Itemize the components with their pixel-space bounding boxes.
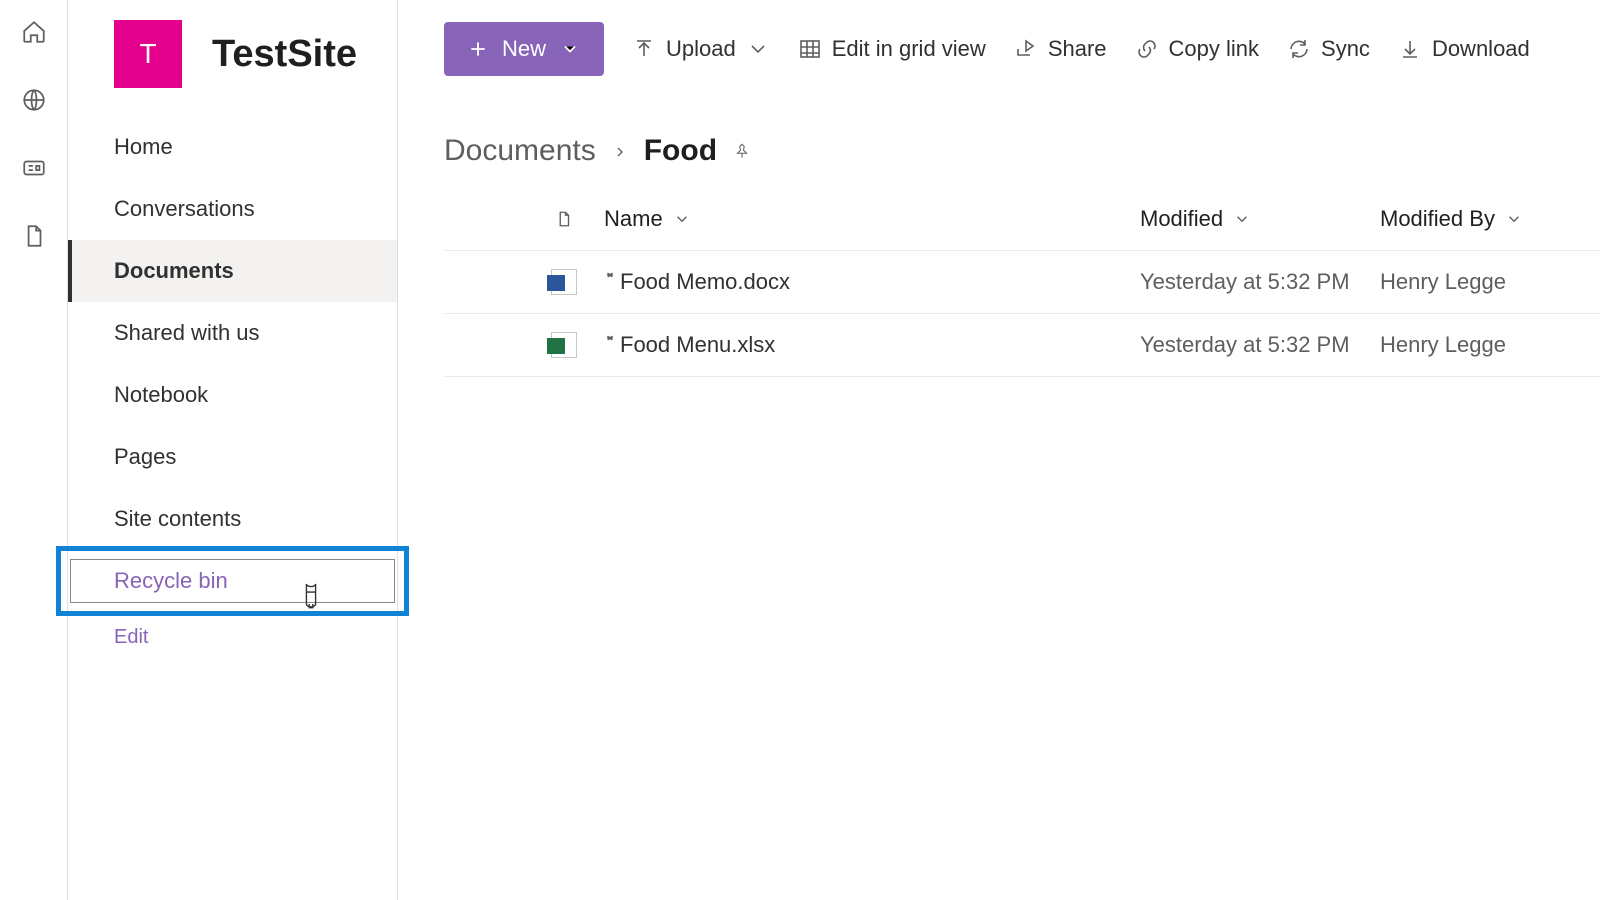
excel-file-icon [524, 332, 604, 358]
column-modified-by[interactable]: Modified By [1380, 206, 1600, 232]
sync-label: Sync [1321, 36, 1370, 62]
chevron-down-icon [746, 37, 770, 61]
site-title: TestSite [212, 33, 357, 76]
breadcrumb-root[interactable]: Documents [444, 134, 596, 168]
breadcrumb: Documents Food [398, 98, 1600, 188]
column-name[interactable]: Name [604, 206, 1140, 232]
nav-site-contents[interactable]: Site contents [68, 488, 397, 550]
document-list: Name Modified Modified By Food Memo.docx… [398, 188, 1600, 377]
file-icon[interactable] [20, 222, 48, 250]
nav-notebook[interactable]: Notebook [68, 364, 397, 426]
file-modified-by: Henry Legge [1380, 332, 1600, 358]
file-row[interactable]: Food Memo.docx Yesterday at 5:32 PM Henr… [444, 251, 1600, 314]
chevron-down-icon [560, 39, 580, 59]
site-logo[interactable]: T [114, 20, 182, 88]
copy-link-button[interactable]: Copy link [1135, 36, 1259, 62]
loading-icon [604, 331, 616, 343]
download-icon [1398, 37, 1422, 61]
link-icon [1135, 37, 1159, 61]
upload-button[interactable]: Upload [632, 36, 770, 62]
breadcrumb-current: Food [644, 134, 717, 168]
nav-conversations[interactable]: Conversations [68, 178, 397, 240]
app-rail [0, 0, 68, 900]
upload-icon [632, 37, 656, 61]
sync-icon [1287, 37, 1311, 61]
nav-home[interactable]: Home [68, 116, 397, 178]
column-headers: Name Modified Modified By [444, 188, 1600, 251]
news-icon[interactable] [20, 154, 48, 182]
quick-launch-nav: Home Conversations Documents Shared with… [68, 116, 397, 663]
command-bar: New Upload Edit in grid view Share Copy … [398, 0, 1600, 98]
download-button[interactable]: Download [1398, 36, 1530, 62]
loading-icon [604, 268, 616, 280]
nav-shared-with-us[interactable]: Shared with us [68, 302, 397, 364]
nav-recycle-bin-label: Recycle bin [114, 568, 228, 593]
file-name[interactable]: Food Memo.docx [620, 269, 790, 295]
file-name[interactable]: Food Menu.xlsx [620, 332, 775, 358]
column-modified-label: Modified [1140, 206, 1223, 232]
sync-button[interactable]: Sync [1287, 36, 1370, 62]
file-row[interactable]: Food Menu.xlsx Yesterday at 5:32 PM Henr… [444, 314, 1600, 377]
edit-grid-view-button[interactable]: Edit in grid view [798, 36, 986, 62]
file-modified-by: Henry Legge [1380, 269, 1600, 295]
chevron-down-icon [1233, 210, 1251, 228]
new-button[interactable]: New [444, 22, 604, 76]
grid-icon [798, 37, 822, 61]
copy-link-label: Copy link [1169, 36, 1259, 62]
cursor-pointer-icon [300, 582, 322, 610]
column-modified[interactable]: Modified [1140, 206, 1380, 232]
nav-pages[interactable]: Pages [68, 426, 397, 488]
home-icon[interactable] [20, 18, 48, 46]
file-modified: Yesterday at 5:32 PM [1140, 332, 1380, 358]
site-header: T TestSite [68, 0, 397, 108]
upload-label: Upload [666, 36, 736, 62]
globe-icon[interactable] [20, 86, 48, 114]
new-button-label: New [502, 36, 546, 62]
main-content: New Upload Edit in grid view Share Copy … [398, 0, 1600, 900]
column-name-label: Name [604, 206, 663, 232]
chevron-right-icon [612, 134, 628, 168]
column-filetype[interactable] [524, 210, 604, 228]
word-file-icon [524, 269, 604, 295]
share-button[interactable]: Share [1014, 36, 1107, 62]
share-icon [1014, 37, 1038, 61]
nav-recycle-bin[interactable]: Recycle bin [60, 550, 405, 612]
chevron-down-icon [1505, 210, 1523, 228]
download-label: Download [1432, 36, 1530, 62]
edit-grid-view-label: Edit in grid view [832, 36, 986, 62]
left-nav: T TestSite Home Conversations Documents … [68, 0, 398, 900]
column-modified-by-label: Modified By [1380, 206, 1495, 232]
nav-edit-link[interactable]: Edit [68, 612, 397, 663]
pin-button[interactable] [733, 134, 751, 168]
nav-documents[interactable]: Documents [68, 240, 397, 302]
file-modified: Yesterday at 5:32 PM [1140, 269, 1380, 295]
plus-icon [468, 39, 488, 59]
chevron-down-icon [673, 210, 691, 228]
share-label: Share [1048, 36, 1107, 62]
